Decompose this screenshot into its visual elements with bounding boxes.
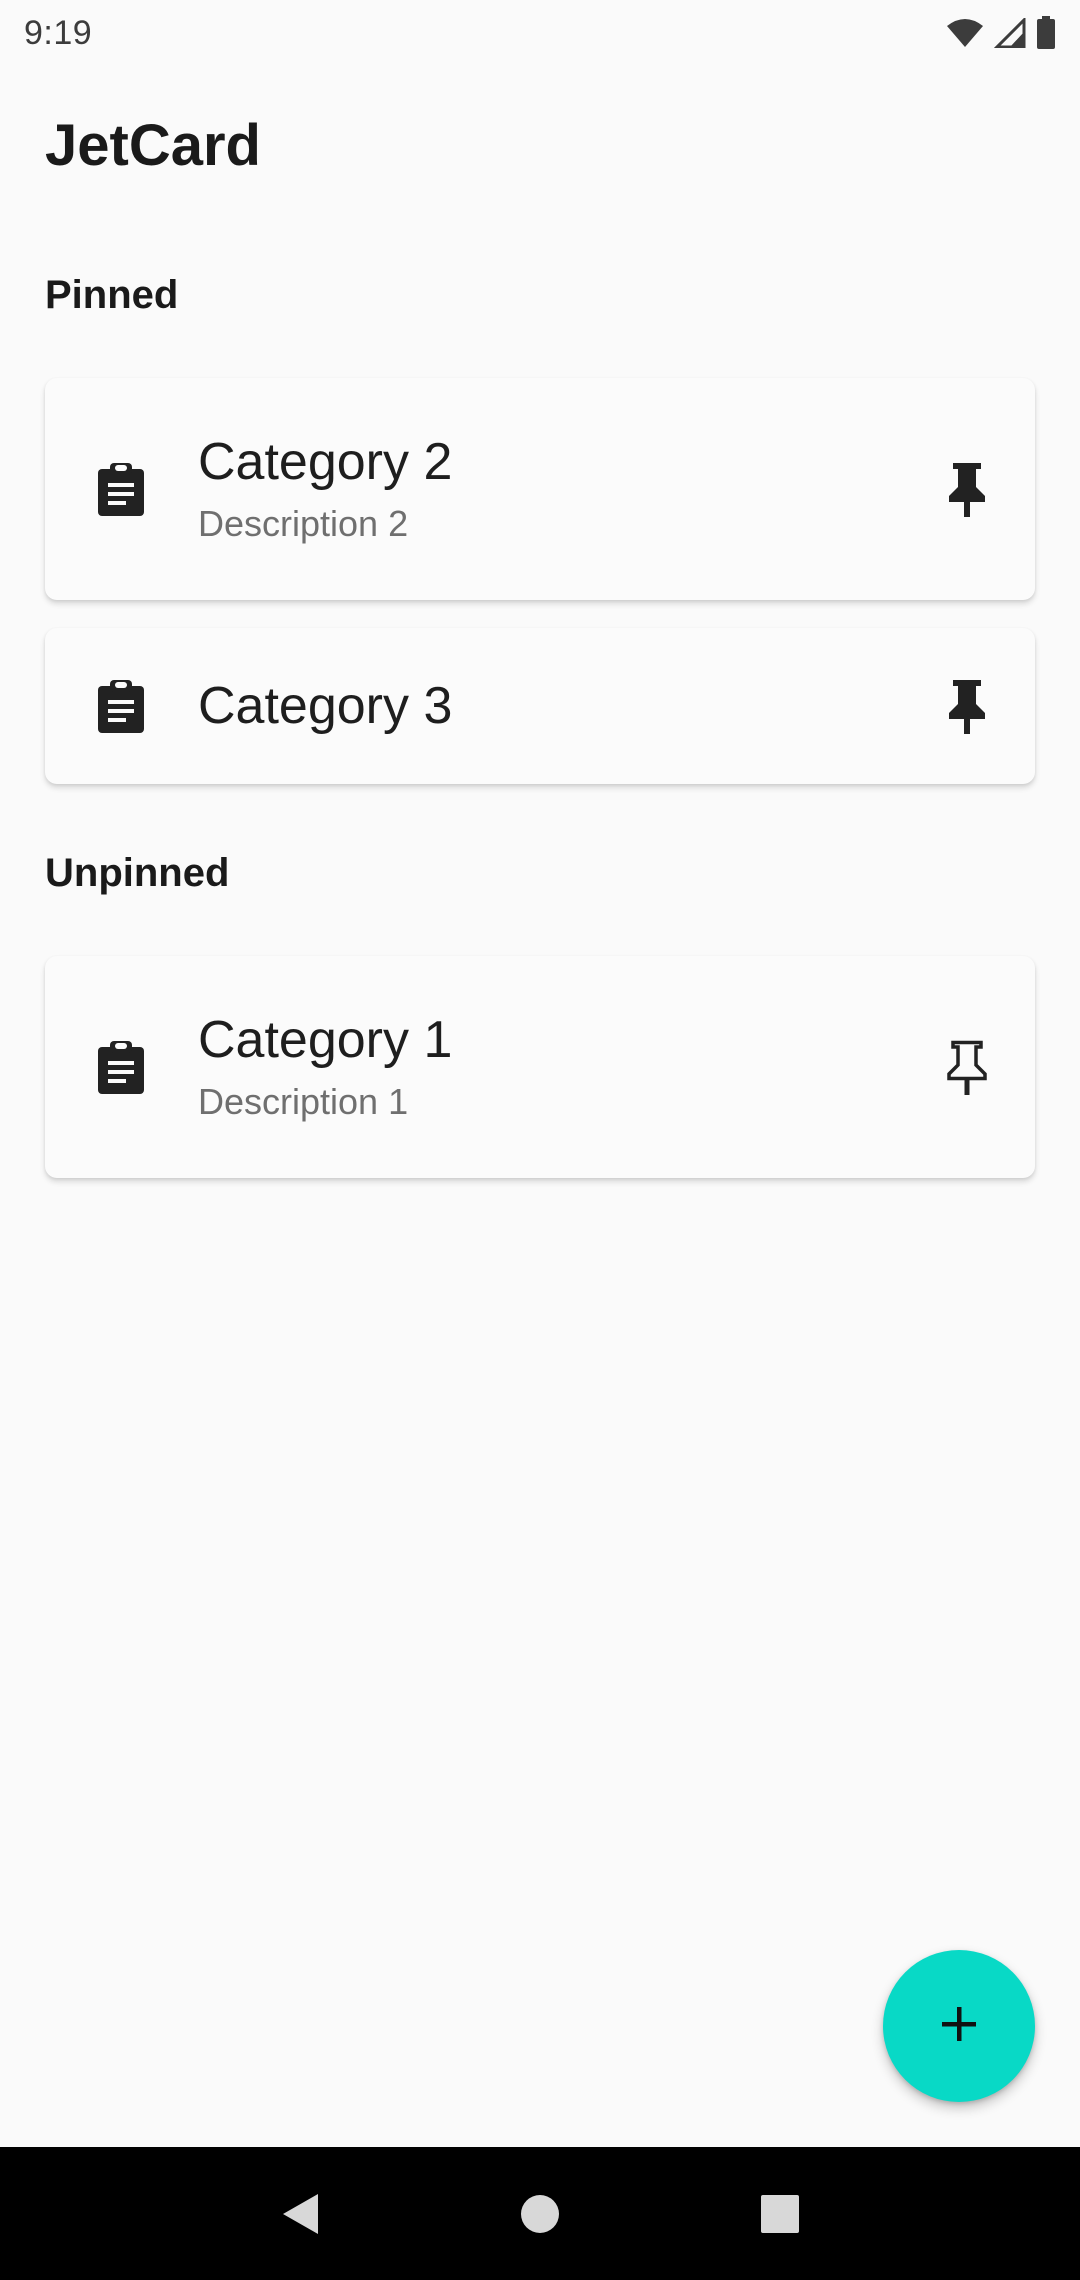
back-icon[interactable] — [270, 2184, 330, 2244]
card-title: Category 2 — [198, 433, 453, 491]
card-text: Category 1 Description 1 — [198, 1009, 452, 1125]
app-title: JetCard — [45, 113, 261, 178]
unpinned-section-header: Unpinned — [45, 851, 230, 895]
pin-filled-icon[interactable] — [937, 676, 997, 736]
battery-icon — [1036, 16, 1056, 50]
card-category-2[interactable]: Category 2 Description 2 — [45, 378, 1035, 600]
status-icons — [946, 16, 1056, 50]
clipboard-icon — [95, 461, 147, 517]
pin-outline-icon[interactable] — [937, 1037, 997, 1097]
status-bar: 9:19 — [0, 0, 1080, 66]
card-title: Category 1 — [198, 1011, 453, 1069]
card-description: Description 1 — [198, 1081, 409, 1122]
card-description: Description 2 — [198, 503, 409, 544]
home-icon[interactable] — [510, 2184, 570, 2244]
wifi-icon — [946, 18, 984, 48]
card-text: Category 2 Description 2 — [198, 431, 452, 547]
add-card-fab[interactable] — [883, 1950, 1035, 2102]
card-text: Category 3 — [198, 675, 452, 737]
system-nav-bar — [0, 2147, 1080, 2280]
clipboard-icon — [95, 1039, 147, 1095]
signal-icon — [994, 18, 1026, 48]
clipboard-icon — [95, 678, 147, 734]
card-title: Category 3 — [198, 677, 453, 735]
plus-icon — [939, 2004, 979, 2049]
card-category-3[interactable]: Category 3 — [45, 628, 1035, 784]
pinned-section-header: Pinned — [45, 273, 179, 317]
card-category-1[interactable]: Category 1 Description 1 — [45, 956, 1035, 1178]
status-time: 9:19 — [24, 13, 93, 52]
pin-filled-icon[interactable] — [937, 459, 997, 519]
recents-icon[interactable] — [750, 2184, 810, 2244]
